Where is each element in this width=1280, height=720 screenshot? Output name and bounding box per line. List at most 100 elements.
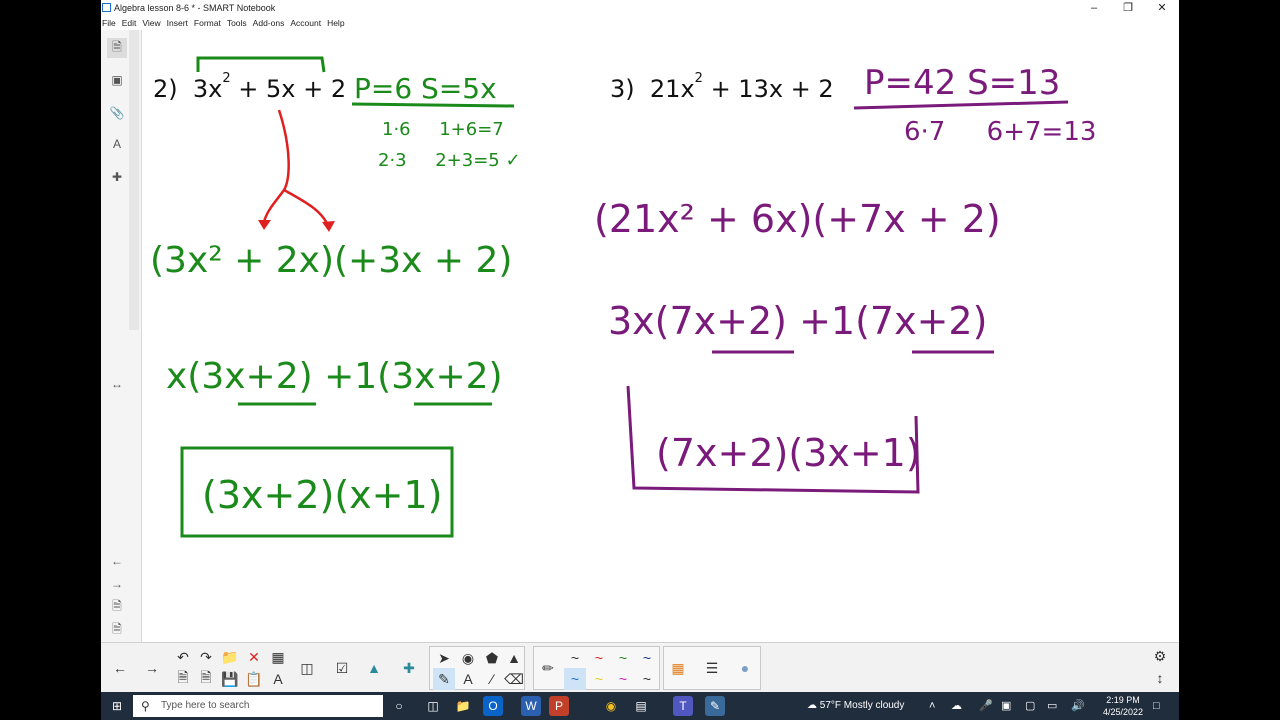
camera-icon[interactable]: ▣ bbox=[1001, 692, 1011, 720]
close-icon[interactable]: ✕ bbox=[1145, 0, 1179, 16]
taskbar-search[interactable]: ⚲ Type here to search bbox=[133, 695, 383, 717]
menu-bar: File Edit View Insert Format Tools Add-o… bbox=[101, 16, 1179, 30]
export-pdf-icon[interactable]: 🗎 bbox=[195, 668, 217, 690]
shapes-icon[interactable]: ⬟ bbox=[481, 647, 503, 669]
word-icon[interactable]: W bbox=[521, 696, 541, 716]
pen-green[interactable]: ~ bbox=[612, 647, 634, 669]
weather-widget[interactable]: ☁ 57°F Mostly cloudy bbox=[807, 692, 904, 720]
ink-red-arrowhead-right bbox=[322, 221, 335, 232]
volume-icon[interactable]: 🔊 bbox=[1071, 692, 1085, 720]
p3-factor: 3x(7x+2) +1(7x+2) bbox=[608, 299, 987, 343]
p2-pairs-2: 2·3 2+3=5 ✓ bbox=[378, 150, 521, 171]
menu-format[interactable]: Format bbox=[194, 16, 221, 30]
onedrive-icon[interactable]: ☁ bbox=[951, 692, 962, 720]
gallery-icon[interactable]: ▣ bbox=[107, 70, 127, 90]
delete-icon[interactable]: ✕ bbox=[243, 646, 265, 668]
resize-handle-icon[interactable]: ↔ bbox=[107, 374, 127, 394]
lesson-activity-icon[interactable]: ▲ bbox=[363, 657, 385, 679]
window-controls: – ❐ ✕ bbox=[1077, 0, 1179, 16]
powerpoint-icon[interactable]: P bbox=[549, 696, 569, 716]
side-scrollbar[interactable] bbox=[129, 30, 139, 330]
next-page-icon[interactable]: → bbox=[107, 574, 127, 594]
color-palette-icon[interactable]: ▦ bbox=[667, 657, 689, 679]
ink-layer: P=6 S=5x 1·6 1+6=7 2·3 2+3=5 ✓ (3x² + 2x… bbox=[150, 56, 1096, 538]
taskbar-clock[interactable]: 2:19 PM 4/25/2022 bbox=[1103, 694, 1143, 718]
delete-page-icon[interactable]: 🗎 bbox=[107, 620, 127, 640]
new-page-icon[interactable]: 🗎 bbox=[172, 668, 194, 690]
prev-page-icon[interactable]: ← bbox=[107, 551, 127, 571]
addons-icon[interactable]: ✚ bbox=[107, 167, 127, 187]
effects-icon[interactable]: ● bbox=[734, 657, 756, 679]
windows-start-icon[interactable]: ⊞ bbox=[107, 696, 127, 716]
menu-file[interactable]: File bbox=[102, 16, 116, 30]
pen-gray[interactable]: ~ bbox=[636, 668, 658, 690]
magic-pen-icon[interactable]: ◉ bbox=[457, 647, 479, 669]
prev-page-button[interactable]: ← bbox=[109, 657, 131, 679]
ink-bracket bbox=[196, 56, 326, 73]
chrome-icon[interactable]: ◉ bbox=[601, 696, 621, 716]
notifications-icon[interactable]: □ bbox=[1153, 692, 1160, 720]
save-icon[interactable]: 💾 bbox=[219, 668, 241, 690]
attachments-icon[interactable]: 📎 bbox=[107, 103, 127, 123]
p2-ps: P=6 S=5x bbox=[354, 72, 497, 105]
p3-pairs: 6·7 6+7=13 bbox=[904, 117, 1096, 147]
menu-insert[interactable]: Insert bbox=[167, 16, 188, 30]
redo-icon[interactable]: ↷ bbox=[195, 646, 217, 668]
settings-gear-icon[interactable]: ⚙ bbox=[1149, 645, 1171, 667]
page-sorter-icon[interactable]: 🗎 bbox=[107, 38, 127, 58]
pen-red[interactable]: ~ bbox=[588, 647, 610, 669]
text-format-icon[interactable]: A bbox=[267, 668, 289, 690]
text-tool-icon[interactable]: A bbox=[457, 668, 479, 690]
pen-lightblue[interactable]: ~ bbox=[564, 668, 586, 690]
p2-split: (3x² + 2x)(+3x + 2) bbox=[150, 240, 512, 281]
select-icon[interactable]: ➤ bbox=[433, 647, 455, 669]
undo-icon[interactable]: ↶ bbox=[172, 646, 194, 668]
display-icon[interactable]: ▢ bbox=[1025, 692, 1035, 720]
p2-ps-underline bbox=[351, 102, 515, 108]
teams-icon[interactable]: T bbox=[673, 696, 693, 716]
pen-yellow[interactable]: ~ bbox=[588, 668, 610, 690]
menu-edit[interactable]: Edit bbox=[122, 16, 137, 30]
properties-icon[interactable]: A bbox=[107, 134, 127, 154]
add-page-icon[interactable]: 🗎 bbox=[107, 597, 127, 617]
next-page-button[interactable]: → bbox=[141, 657, 163, 679]
table-icon[interactable]: ▦ bbox=[267, 646, 289, 668]
bottom-toolbar: ← → ↶ ↷ 📁 ✕ ▦ 🗎 🗎 💾 📋 A ◫ ☑ ▲ ✚ ➤ ◉ ⬟ ▲ … bbox=[101, 642, 1179, 693]
menu-addons[interactable]: Add-ons bbox=[253, 16, 285, 30]
smart-notebook-taskbar-icon[interactable]: ✎ bbox=[705, 696, 725, 716]
menu-view[interactable]: View bbox=[142, 16, 160, 30]
whiteboard-canvas[interactable]: 2) 3x2 + 5x + 2 3) 21x2 + 13x + 2 P=6 S=… bbox=[142, 30, 1179, 642]
menu-account[interactable]: Account bbox=[290, 16, 321, 30]
cortana-icon[interactable]: ○ bbox=[389, 696, 409, 716]
screen-shade-icon[interactable]: ◫ bbox=[296, 657, 318, 679]
minimize-icon[interactable]: – bbox=[1077, 0, 1111, 16]
move-toolbar-icon[interactable]: ↕ bbox=[1149, 667, 1171, 689]
menu-tools[interactable]: Tools bbox=[227, 16, 247, 30]
pencil-icon[interactable]: ✏ bbox=[537, 657, 559, 679]
menu-help[interactable]: Help bbox=[327, 16, 344, 30]
addons-toolbar-icon[interactable]: ✚ bbox=[398, 657, 420, 679]
properties-group: ▦ ☰ ● bbox=[663, 646, 761, 690]
app-icon-generic[interactable]: ▤ bbox=[631, 696, 651, 716]
response-icon[interactable]: ☑ bbox=[331, 657, 353, 679]
p3-ps: P=42 S=13 bbox=[864, 63, 1060, 103]
restore-icon[interactable]: ❐ bbox=[1111, 0, 1145, 16]
pen-black[interactable]: ~ bbox=[564, 647, 586, 669]
open-file-icon[interactable]: 📁 bbox=[219, 646, 241, 668]
pen-tool-icon[interactable]: ✎ bbox=[433, 668, 455, 690]
tray-chevron-icon[interactable]: ˄ bbox=[929, 692, 935, 720]
task-view-icon[interactable]: ◫ bbox=[423, 696, 443, 716]
fill-icon[interactable]: ▲ bbox=[503, 647, 525, 669]
network-icon[interactable]: ▭ bbox=[1047, 692, 1057, 720]
line-tool-icon[interactable]: ∕ bbox=[481, 668, 503, 690]
line-style-icon[interactable]: ☰ bbox=[701, 657, 723, 679]
pen-magenta[interactable]: ~ bbox=[612, 668, 634, 690]
eraser-icon[interactable]: ⌫ bbox=[503, 668, 525, 690]
outlook-icon[interactable]: O bbox=[483, 696, 503, 716]
p2-factor: x(3x+2) +1(3x+2) bbox=[166, 356, 503, 397]
tool-group: ➤ ◉ ⬟ ▲ ✎ A ∕ ⌫ bbox=[429, 646, 525, 690]
pen-blue[interactable]: ~ bbox=[636, 647, 658, 669]
file-explorer-icon[interactable]: 📁 bbox=[453, 696, 473, 716]
paste-icon[interactable]: 📋 bbox=[243, 668, 265, 690]
microphone-icon[interactable]: 🎤 bbox=[979, 692, 993, 720]
